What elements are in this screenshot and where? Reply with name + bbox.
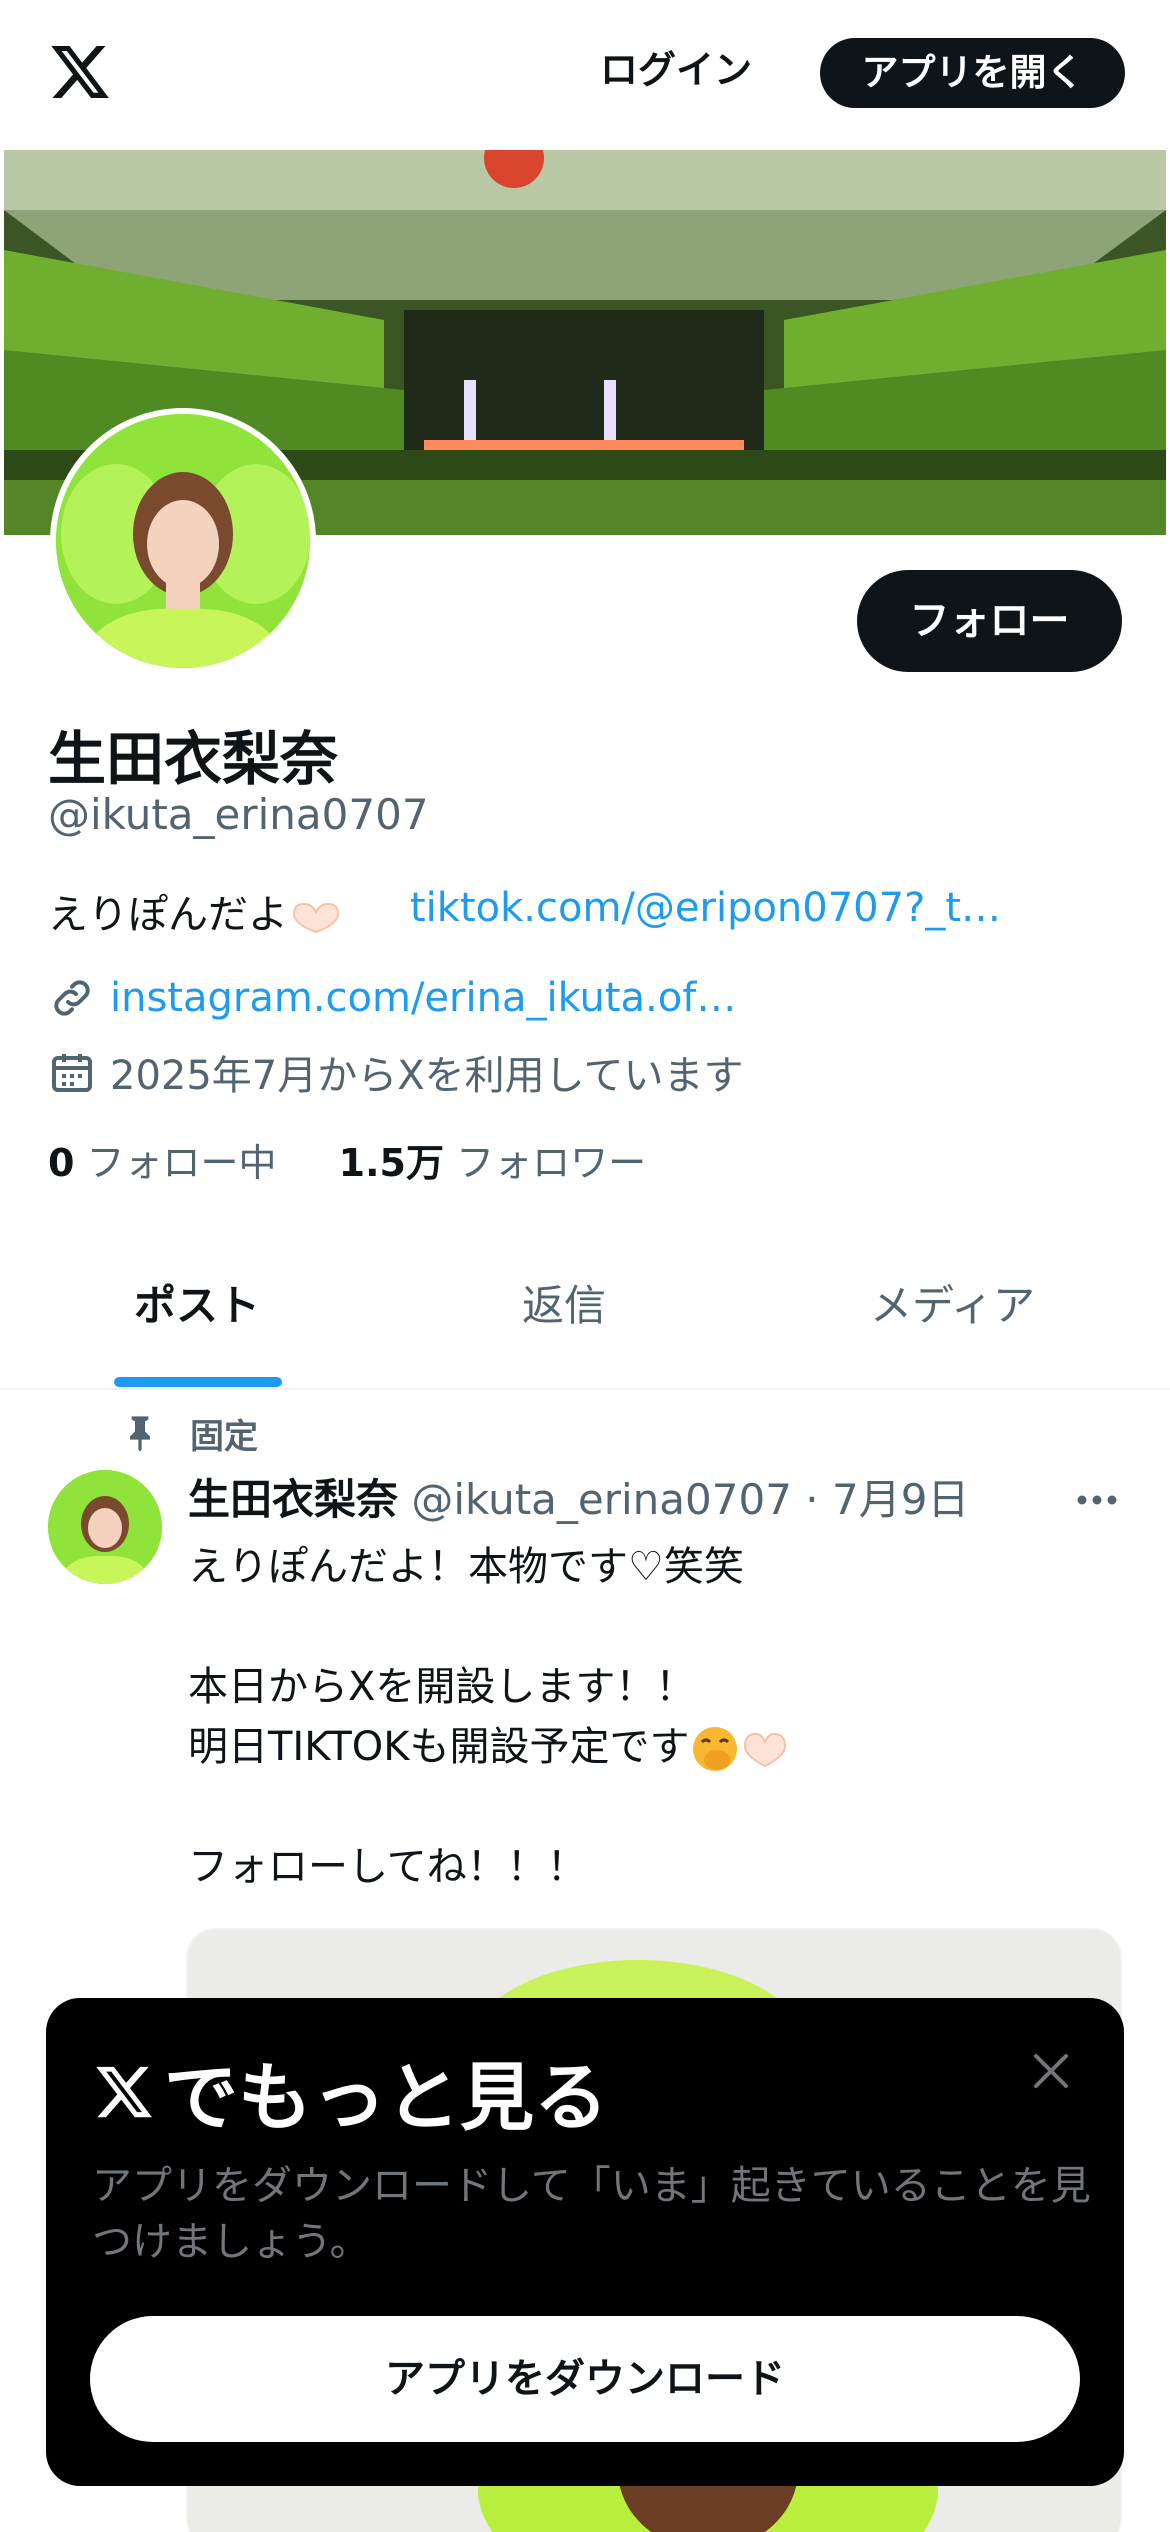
pin-icon (130, 1416, 150, 1452)
post-header: 生田衣梨奈 @ikuta_erina0707 · 7月9日 (188, 1466, 969, 1527)
link-icon (54, 980, 90, 1016)
post-author-avatar[interactable] (48, 1470, 162, 1584)
following-stat[interactable]: 0 フォロー中 (48, 1132, 277, 1187)
post-text-line: えりぽんだよ！本物です♡笑笑 (188, 1544, 744, 1590)
tab-posts[interactable]: ポスト (134, 1272, 260, 1333)
tab-media[interactable]: メディア (870, 1272, 1035, 1333)
login-link[interactable]: ログイン (600, 38, 752, 102)
post-text-line-with-emoji: 明日TIKTOKも開設予定です (188, 1714, 790, 1774)
follow-stats: 0 フォロー中 1.5万 フォロワー (48, 1132, 696, 1187)
more-options-icon[interactable] (1072, 1480, 1122, 1520)
modal-title-text: でもっと見る (164, 2055, 608, 2141)
modal-title: でもっと見る (92, 2038, 608, 2145)
profile-handle: @ikuta_erina0707 (48, 790, 429, 839)
followers-stat[interactable]: 1.5万 フォロワー (339, 1132, 646, 1187)
open-app-button[interactable]: アプリを開く (820, 38, 1125, 108)
bio-tiktok-link[interactable]: tiktok.com/@eripon0707?_t… (410, 885, 1001, 931)
followers-count: 1.5万 (338, 1141, 444, 1185)
x-logo-icon (96, 2066, 152, 2117)
post-avatar-photo (48, 1470, 162, 1584)
bio-text: えりぽんだよ (48, 892, 288, 938)
download-app-button[interactable]: アプリをダウンロード (90, 2316, 1080, 2442)
joined-row: 2025年7月からXを利用しています (48, 1044, 743, 1100)
website-link[interactable]: instagram.com/erina_ikuta.of… (110, 975, 736, 1021)
followers-label: フォロワー (456, 1141, 647, 1185)
following-count: 0 (48, 1141, 75, 1185)
heart-hands-emoji-icon (743, 1732, 786, 1768)
close-icon[interactable] (1030, 2050, 1072, 2092)
profile-avatar[interactable] (50, 408, 316, 674)
face-with-hand-over-mouth-emoji-icon (692, 1727, 737, 1771)
post-text-line: 本日からXを開設します！！ (188, 1664, 696, 1710)
active-tab-indicator (114, 1377, 282, 1387)
get-app-modal: でもっと見る アプリをダウンロードして「いま」起きていることを見つけましょう。 … (46, 1998, 1124, 2486)
heart-hands-emoji-icon (292, 902, 340, 934)
tab-replies[interactable]: 返信 (522, 1272, 606, 1333)
pinned-label: 固定 (190, 1416, 258, 1457)
modal-description: アプリをダウンロードして「いま」起きていることを見つけましょう。 (92, 2163, 1091, 2265)
x-logo-icon[interactable] (46, 40, 114, 104)
website-row: instagram.com/erina_ikuta.of… (48, 970, 736, 1026)
joined-date: 2025年7月からXを利用しています (110, 1053, 744, 1099)
profile-tabs: ポスト 返信 メディア (0, 1230, 1170, 1390)
profile-name: 生田衣梨奈 (48, 725, 339, 793)
post-author-name[interactable]: 生田衣梨奈 (188, 1475, 398, 1524)
following-label: フォロー中 (86, 1141, 277, 1185)
post-text: 明日TIKTOKも開設予定です (188, 1724, 690, 1770)
top-bar: ログイン アプリを開く (0, 0, 1170, 150)
pinned-label-row: 固定 (120, 1408, 258, 1458)
calendar-icon (52, 1054, 92, 1092)
avatar-photo (56, 414, 310, 668)
post-text-line: フォローしてね！！！ (188, 1844, 587, 1890)
post-author-meta[interactable]: @ikuta_erina0707 · 7月9日 (411, 1475, 969, 1524)
follow-button[interactable]: フォロー (857, 570, 1122, 672)
profile-bio: えりぽんだよ (48, 882, 342, 940)
